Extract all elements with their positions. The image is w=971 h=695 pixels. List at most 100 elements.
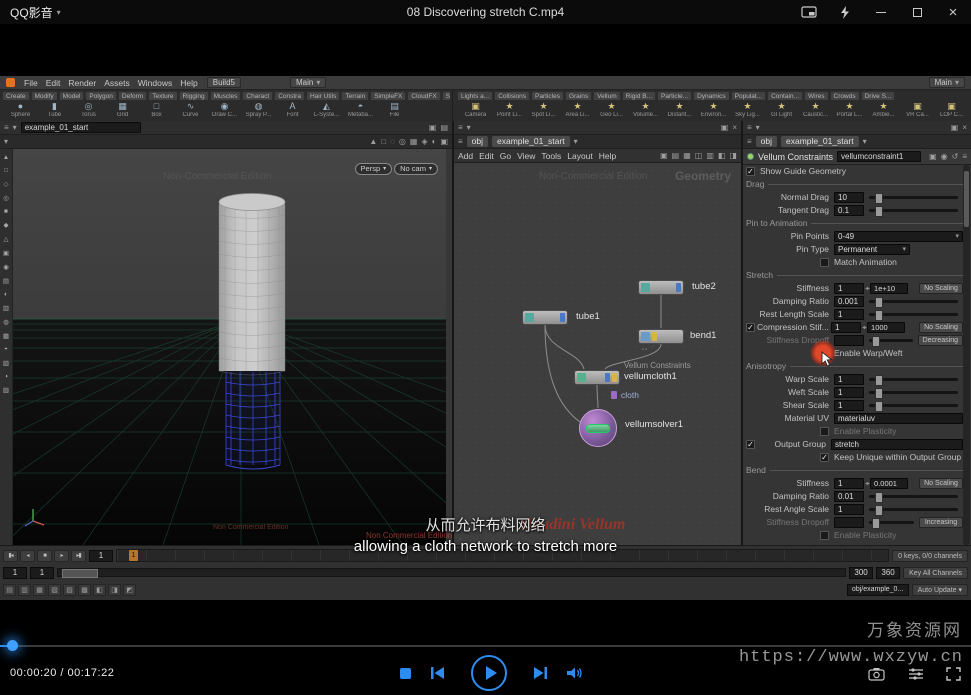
global-range-start-field[interactable]: 1 bbox=[3, 567, 27, 579]
param-field-wide[interactable]: materialuv bbox=[834, 413, 963, 424]
breadcrumb-current[interactable]: example_01_start bbox=[492, 136, 570, 147]
shelf-tab[interactable]: Modify bbox=[31, 91, 58, 100]
playback-range-slider[interactable] bbox=[57, 568, 846, 577]
shelf-tab[interactable]: Populat... bbox=[731, 91, 766, 100]
shelf-tab[interactable]: Charact bbox=[242, 91, 273, 100]
shelf-tool[interactable]: ▮Tube bbox=[38, 101, 71, 120]
ladder-arrows-icon[interactable]: ◂▸ bbox=[862, 324, 866, 331]
shelf-tool[interactable]: ★Spot Li... bbox=[527, 101, 560, 120]
viewport-3d[interactable]: Non-Commercial Edition Non Commercial Ed… bbox=[13, 149, 446, 545]
viewport-tool-icon[interactable]: ▧ bbox=[3, 359, 9, 367]
param-field[interactable]: 1 bbox=[834, 504, 864, 515]
param-checkbox[interactable] bbox=[820, 427, 829, 436]
mini-window-button[interactable] bbox=[791, 0, 827, 24]
shelf-tab[interactable]: Model bbox=[59, 91, 85, 100]
param-field[interactable]: 0.01 bbox=[834, 491, 864, 502]
shelf-tool[interactable]: ◉Draw C... bbox=[208, 101, 241, 120]
breadcrumb-current[interactable]: example_01_start bbox=[781, 136, 859, 147]
viewport-tool-icon[interactable]: ◎ bbox=[3, 194, 9, 202]
network-menu-item[interactable]: Go bbox=[500, 151, 511, 161]
chevron-down-icon[interactable]: ▾ bbox=[863, 138, 867, 146]
viewport-tool-icon[interactable]: ◑ bbox=[4, 373, 8, 380]
viewport-toolbar-icon[interactable]: ▲ bbox=[369, 138, 377, 146]
pane-close-icon[interactable]: × bbox=[962, 124, 967, 132]
shelf-tool[interactable]: ▤File bbox=[378, 101, 411, 120]
param-dropdown[interactable]: Permanent▾ bbox=[834, 244, 910, 255]
network-menu-item[interactable]: Layout bbox=[567, 151, 593, 161]
chevron-down-icon[interactable]: ▾ bbox=[13, 124, 17, 132]
playbar-toggle-icon[interactable]: ◧ bbox=[93, 584, 106, 596]
params-header-icon[interactable]: ▣ bbox=[929, 153, 937, 161]
ladder-arrows-icon[interactable]: ◂▸ bbox=[865, 285, 869, 292]
param-field[interactable] bbox=[834, 335, 864, 346]
menu-item[interactable]: Assets bbox=[104, 78, 130, 88]
hamburger-icon[interactable]: ≡ bbox=[747, 124, 752, 132]
playbar-path-field[interactable]: obj/example_0... bbox=[847, 584, 909, 596]
playbar-toggle-icon[interactable]: ◨ bbox=[108, 584, 121, 596]
node-display-flag[interactable] bbox=[605, 373, 610, 382]
param-field[interactable]: 1 bbox=[831, 322, 861, 333]
viewport-tool-icon[interactable]: ▤ bbox=[3, 277, 9, 285]
node-display-flag[interactable] bbox=[676, 283, 681, 292]
scaling-button[interactable]: No Scaling bbox=[919, 322, 963, 333]
network-toolbar-icon[interactable]: ▣ bbox=[660, 152, 668, 160]
shelf-tab[interactable]: CloudFX bbox=[407, 91, 440, 100]
chevron-down-icon[interactable]: ▾ bbox=[756, 124, 760, 132]
chevron-down-icon[interactable]: ▾ bbox=[574, 138, 578, 146]
param-checkbox[interactable]: ✓ bbox=[746, 440, 755, 449]
scaling-button[interactable]: No Scaling bbox=[919, 283, 963, 294]
shelf-tool[interactable]: ▣Camera bbox=[459, 101, 492, 120]
node-template-flag[interactable] bbox=[652, 332, 657, 341]
param-field[interactable]: 1 bbox=[834, 283, 864, 294]
shelf-tool[interactable]: ★Volume... bbox=[629, 101, 662, 120]
hamburger-icon[interactable]: ≡ bbox=[4, 124, 9, 132]
shelf-tool[interactable]: ◓Metaba... bbox=[344, 101, 377, 120]
acceleration-button[interactable] bbox=[827, 0, 863, 24]
shelf-tool[interactable]: ★Caustic... bbox=[799, 101, 832, 120]
network-menu-item[interactable]: Edit bbox=[479, 151, 494, 161]
shelf-tool[interactable]: ∿Curve bbox=[174, 101, 207, 120]
shelf-tab[interactable]: Deform bbox=[118, 91, 147, 100]
chevron-down-icon[interactable]: ▾ bbox=[4, 138, 8, 146]
playbar-toggle-icon[interactable]: ◩ bbox=[123, 584, 136, 596]
viewport-tool-icon[interactable]: ◐ bbox=[4, 291, 8, 298]
shelf-tool[interactable]: ▦Grid bbox=[106, 101, 139, 120]
param-slider[interactable] bbox=[869, 508, 958, 511]
desktop-right-selector[interactable]: Main▾ bbox=[929, 77, 965, 88]
screenshot-button[interactable] bbox=[868, 667, 885, 681]
shelf-tool[interactable]: ★Environ... bbox=[697, 101, 730, 120]
network-toolbar-icon[interactable]: ◫ bbox=[695, 152, 703, 160]
param-slider[interactable] bbox=[869, 391, 958, 394]
shelf-tool[interactable]: □Box bbox=[140, 101, 173, 120]
shelf-tab[interactable]: Particle... bbox=[657, 91, 692, 100]
viewport-tool-icon[interactable]: ▨ bbox=[3, 386, 9, 394]
viewport-tool-icon[interactable]: ▣ bbox=[3, 249, 9, 257]
shelf-tool[interactable]: ★Area Li... bbox=[561, 101, 594, 120]
param-field[interactable]: 1 bbox=[834, 387, 864, 398]
param-field-secondary[interactable]: 0.0001 bbox=[870, 478, 908, 489]
shelf-tool[interactable]: ●Sphere bbox=[4, 101, 37, 120]
node-tube2[interactable] bbox=[638, 280, 684, 295]
play-button[interactable] bbox=[471, 655, 507, 691]
viewport-toolbar-icon[interactable]: ◌ bbox=[390, 138, 395, 146]
previous-button[interactable] bbox=[430, 666, 446, 680]
viewport-toolbar-icon[interactable]: □ bbox=[381, 138, 386, 146]
shelf-tab[interactable]: Create bbox=[2, 91, 30, 100]
viewport-toolbar-icon[interactable]: ◎ bbox=[399, 138, 406, 146]
param-slider[interactable] bbox=[869, 339, 913, 342]
shelf-tab[interactable]: Vellum bbox=[593, 91, 621, 100]
shelf-tab[interactable]: Rigging bbox=[179, 91, 209, 100]
shelf-tab[interactable]: Drive S... bbox=[861, 91, 896, 100]
shelf-tab[interactable]: Terrain bbox=[341, 91, 369, 100]
network-toolbar-icon[interactable]: ▦ bbox=[683, 152, 691, 160]
node-vellumsolver1[interactable] bbox=[579, 409, 617, 447]
viewport-tool-icon[interactable]: ◓ bbox=[4, 346, 8, 353]
viewport-tool-icon[interactable]: △ bbox=[4, 235, 9, 243]
shelf-tab[interactable]: Crowds bbox=[830, 91, 860, 100]
shelf-tab[interactable]: Solid bbox=[442, 91, 450, 100]
pane-split-icon[interactable]: ▣ bbox=[429, 124, 437, 132]
shelf-tab[interactable]: Particles bbox=[531, 91, 564, 100]
shelf-tab[interactable]: Constra bbox=[274, 91, 305, 100]
param-checkbox[interactable]: ✓ bbox=[746, 323, 755, 332]
pane-menu-icon[interactable]: ▤ bbox=[440, 124, 448, 132]
